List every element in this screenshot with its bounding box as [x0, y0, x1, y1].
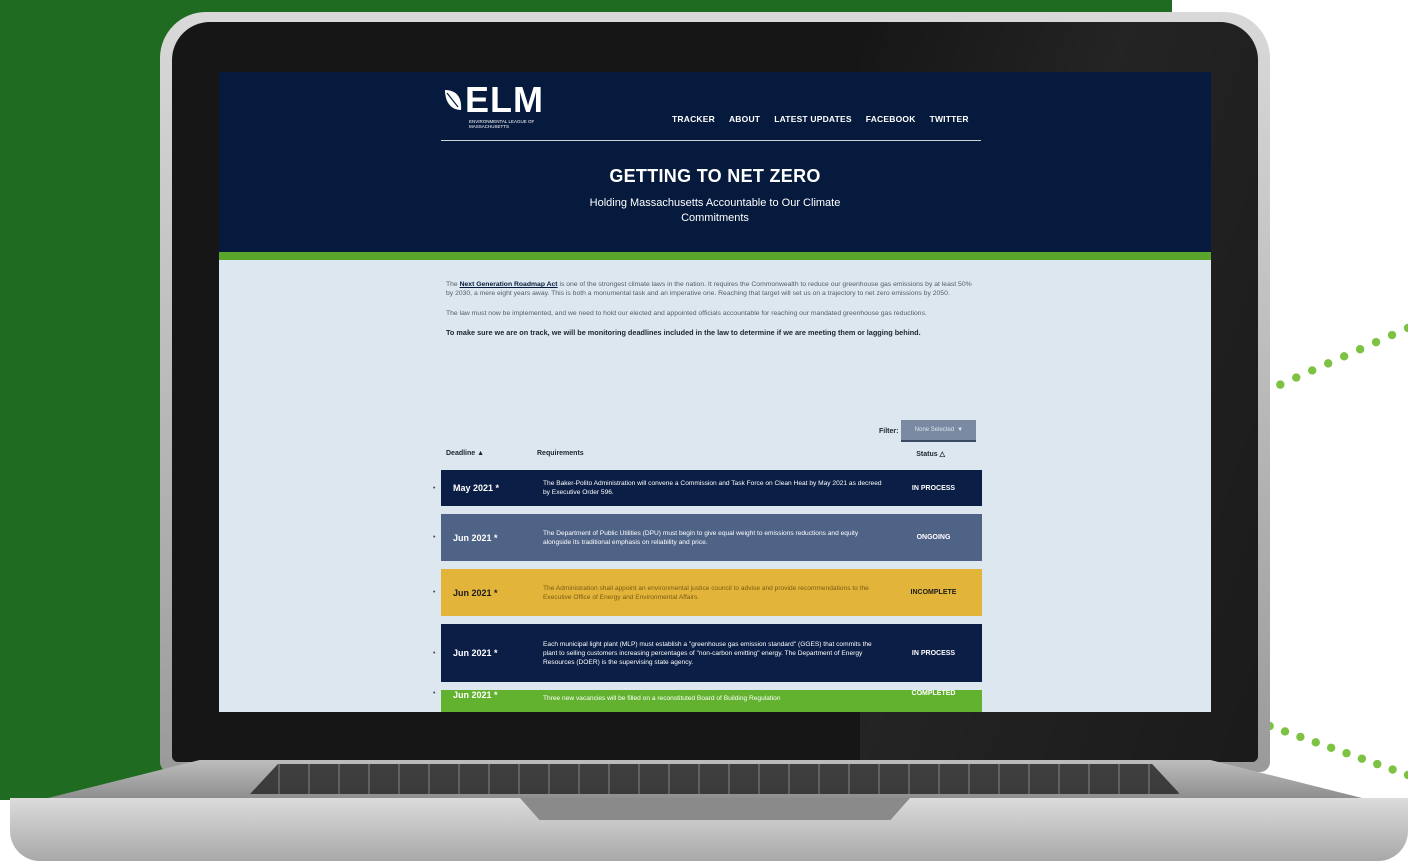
filter-selected-value: None Selected: [914, 427, 955, 433]
header-accent-bar: [219, 252, 1211, 260]
requirements-column-header: Requirements: [537, 450, 584, 457]
connector-dot: [1373, 759, 1382, 769]
row-requirement: The Department of Public Utilities (DPU)…: [543, 529, 859, 546]
connector-dot: [1308, 366, 1317, 375]
main-nav: TRACKER ABOUT LATEST UPDATES FACEBOOK TW…: [672, 114, 969, 128]
connector-dot: [1323, 359, 1333, 368]
row-deadline: Jun 2021 *: [453, 587, 498, 598]
intro-paragraph-1: The Next Generation Roadmap Act is one o…: [446, 280, 976, 299]
intro-p1-prefix: The: [446, 281, 460, 288]
connector-dot: [1296, 732, 1305, 742]
connector-dot: [1403, 323, 1408, 333]
row-status: IN PROCESS: [911, 649, 956, 657]
laptop-keyboard: [250, 764, 1180, 794]
laptop-trackpad-notch: [520, 798, 910, 820]
nav-about[interactable]: ABOUT: [729, 114, 760, 128]
row-status: ONGOING: [916, 534, 951, 541]
row-status: IN PROCESS: [911, 484, 956, 492]
connector-dot: [1387, 330, 1397, 340]
nav-divider: [441, 140, 981, 141]
connector-dot: [1342, 749, 1351, 758]
connector-dot: [1403, 770, 1408, 780]
leaf-icon: [445, 90, 462, 110]
row-bullet-icon: •: [433, 589, 436, 596]
filter-dropdown[interactable]: None Selected ▼: [901, 420, 977, 442]
row-deadline: Jun 2021 *: [453, 648, 498, 658]
connector-dot: [1355, 345, 1365, 354]
site-header: ELM Environmental League of Massachusett…: [219, 72, 1211, 252]
row-bullet-icon: •: [433, 484, 436, 492]
connector-dot: [1326, 743, 1336, 752]
row-deadline: Jun 2021 *: [453, 532, 498, 543]
connector-dot: [1371, 337, 1381, 347]
roadmap-act-link[interactable]: Next Generation Roadmap Act: [460, 281, 558, 288]
table-row[interactable]: • Jun 2021 * Each municipal light plant …: [433, 624, 982, 682]
nav-tracker[interactable]: TRACKER: [672, 114, 715, 128]
elm-logo[interactable]: ELM Environmental League of Massachusett…: [443, 80, 563, 132]
logo-wordmark: ELM: [465, 79, 544, 120]
connector-dot: [1292, 373, 1301, 382]
row-bullet-icon: •: [433, 534, 436, 541]
table-row[interactable]: • May 2021 * The Baker-Polito Administra…: [433, 470, 982, 506]
table-header: Deadline ▲ Requirements Status △: [446, 450, 981, 464]
connector-dot: [1339, 352, 1349, 361]
table-row[interactable]: • Jun 2021 * Three new vacancies will be…: [433, 690, 982, 712]
intro-text: The Next Generation Roadmap Act is one o…: [446, 280, 976, 348]
tracker-table: • May 2021 * The Baker-Polito Administra…: [433, 470, 982, 712]
row-deadline: May 2021 *: [453, 483, 500, 493]
filter-label: Filter:: [879, 427, 899, 435]
filter-control: Filter: None Selected ▼: [879, 420, 977, 442]
row-bullet-icon: •: [433, 690, 436, 697]
dropdown-arrow-icon: ▼: [957, 427, 964, 433]
intro-paragraph-2: The law must now be implemented, and we …: [446, 309, 927, 317]
row-requirement: The Baker-Polito Administration will con…: [543, 480, 882, 496]
page-subtitle: Holding Massachusetts Accountable to Our…: [589, 197, 841, 224]
row-requirement: Each municipal light plant (MLP) must es…: [543, 640, 872, 666]
connector-dot: [1357, 754, 1367, 763]
nav-twitter[interactable]: TWITTER: [930, 114, 969, 128]
nav-latest-updates[interactable]: LATEST UPDATES: [774, 114, 852, 128]
connector-dot: [1276, 380, 1285, 389]
intro-paragraph-3: To make sure we are on track, we will be…: [446, 327, 921, 337]
connector-dot: [1280, 727, 1290, 736]
row-requirement: The Administration shall appoint an envi…: [543, 584, 869, 601]
connector-dot: [1311, 738, 1320, 747]
laptop-screen: ELM Environmental League of Massachusett…: [219, 72, 1211, 712]
row-requirement: Three new vacancies will be filled on a …: [543, 695, 781, 702]
table-row[interactable]: • Jun 2021 * The Department of Public Ut…: [433, 514, 982, 561]
page-title: GETTING TO NET ZERO: [609, 166, 821, 186]
nav-facebook[interactable]: FACEBOOK: [866, 114, 916, 128]
logo-subtitle: Environmental League of Massachusetts: [469, 119, 535, 129]
row-deadline: Jun 2021 *: [453, 690, 498, 700]
row-bullet-icon: •: [433, 649, 436, 657]
deadline-column-header[interactable]: Deadline ▲: [446, 450, 484, 457]
status-column-header[interactable]: Status △: [916, 450, 945, 458]
connector-dot: [1388, 765, 1397, 774]
row-status: INCOMPLETE: [910, 589, 957, 596]
table-row[interactable]: • Jun 2021 * The Administration shall ap…: [433, 569, 982, 616]
row-status: COMPLETED: [911, 690, 956, 697]
